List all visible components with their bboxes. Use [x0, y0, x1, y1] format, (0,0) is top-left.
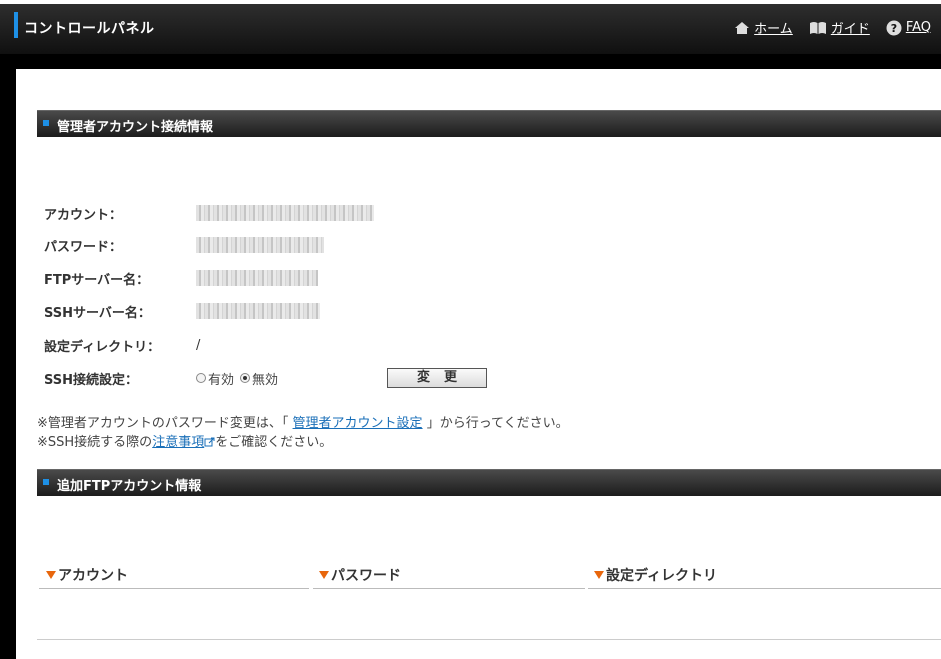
nav-faq[interactable]: ? FAQ: [886, 20, 931, 36]
home-icon: [735, 21, 750, 34]
section-marker: [43, 479, 49, 485]
help-icon: ?: [886, 20, 902, 35]
change-button[interactable]: 変更: [387, 368, 487, 388]
column-account[interactable]: アカウント: [46, 565, 128, 585]
ftp-section-header: 追加FTPアカウント情報: [37, 469, 941, 496]
directory-label: 設定ディレクトリ：: [44, 339, 161, 355]
password-row: パスワード：: [44, 235, 324, 255]
page-title: コントロールパネル: [24, 21, 155, 37]
nav-faq-label: FAQ: [905, 20, 931, 35]
note2-prefix: ※SSH接続する際の: [37, 435, 153, 450]
column-divider: [588, 588, 941, 589]
sort-arrow-icon: [46, 571, 56, 579]
sort-arrow-icon: [594, 571, 604, 579]
nav-guide-label: ガイド: [830, 22, 870, 37]
column-directory[interactable]: 設定ディレクトリ: [594, 565, 717, 585]
ssh-setting-row: SSH接続設定： 有効 無効: [44, 368, 278, 388]
directory-row: 設定ディレクトリ： /: [44, 335, 200, 355]
column-account-label: アカウント: [58, 568, 128, 584]
sort-arrow-icon: [319, 571, 329, 579]
ftp-server-label: FTPサーバー名：: [44, 272, 150, 288]
external-link-icon: [204, 437, 215, 447]
column-password-label: パスワード: [331, 568, 401, 584]
account-label: アカウント：: [44, 207, 123, 223]
password-label: パスワード：: [44, 239, 123, 255]
column-divider: [313, 588, 585, 589]
ssh-caution-note: ※SSH接続する際の注意事項 をご確認ください。: [37, 431, 332, 450]
table-row-divider: [37, 639, 941, 640]
ssh-setting-label: SSH接続設定：: [44, 372, 139, 388]
svg-text:?: ?: [891, 22, 897, 35]
top-nav: ホーム ガイド ? FAQ: [734, 18, 931, 37]
ftp-section-title: 追加FTPアカウント情報: [57, 479, 202, 494]
ssh-enabled-label[interactable]: 有効: [208, 369, 234, 388]
note2-suffix: をご確認ください。: [215, 435, 333, 450]
ssh-enabled-radio[interactable]: [196, 373, 206, 383]
ssh-radio-group: 有効 無効: [196, 369, 278, 388]
note1-prefix: ※管理者アカウントのパスワード変更は、「: [37, 416, 289, 431]
nav-home[interactable]: ホーム: [734, 18, 793, 37]
column-divider: [39, 588, 309, 589]
note1-suffix: 」から行ってください。: [426, 416, 569, 431]
ssh-disabled-radio[interactable]: [240, 373, 251, 383]
password-value-redacted: [196, 237, 324, 253]
password-change-note: ※管理者アカウントのパスワード変更は、「 管理者アカウント設定 」から行ってくだ…: [37, 412, 569, 431]
account-row: アカウント：: [44, 203, 374, 223]
ssh-server-label: SSHサーバー名：: [44, 305, 151, 321]
column-password[interactable]: パスワード: [319, 565, 401, 585]
nav-guide[interactable]: ガイド: [809, 18, 870, 37]
admin-account-settings-link[interactable]: 管理者アカウント設定: [293, 416, 423, 431]
directory-value: /: [196, 337, 201, 353]
ssh-server-row: SSHサーバー名：: [44, 301, 320, 321]
top-strip: [0, 54, 941, 69]
ftp-server-row: FTPサーバー名：: [44, 268, 318, 288]
ssh-disabled-label[interactable]: 無効: [252, 369, 278, 388]
book-icon: [809, 21, 826, 34]
section-marker: [43, 120, 49, 126]
ssh-server-value-redacted: [196, 303, 320, 319]
main-content: 管理者アカウント接続情報 アカウント： パスワード： FTPサーバー名： SSH…: [16, 69, 941, 659]
ftp-server-value-redacted: [196, 270, 318, 286]
header-accent: [14, 12, 18, 38]
column-directory-label: 設定ディレクトリ: [606, 568, 718, 584]
nav-home-label: ホーム: [754, 22, 793, 37]
admin-section-title: 管理者アカウント接続情報: [57, 120, 214, 135]
account-value-redacted: [196, 205, 374, 221]
caution-link[interactable]: 注意事項: [152, 435, 204, 450]
header-bar: コントロールパネル ホーム ガイド ? FAQ: [0, 0, 941, 54]
admin-section-header: 管理者アカウント接続情報: [37, 110, 941, 137]
sidebar-strip: [0, 54, 16, 659]
